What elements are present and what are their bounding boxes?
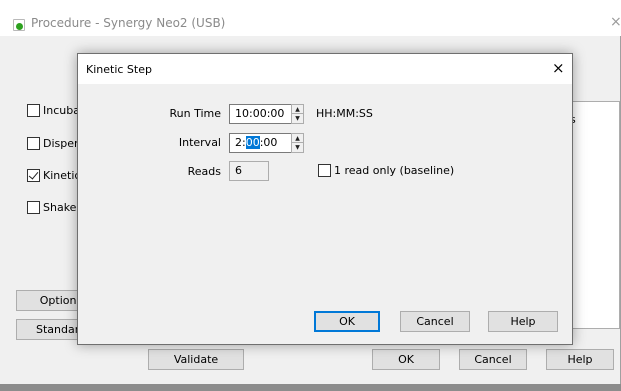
checkbox-icon[interactable] bbox=[27, 201, 40, 214]
spin-up-icon[interactable]: ▲ bbox=[292, 134, 303, 143]
checkbox-icon[interactable] bbox=[27, 137, 40, 150]
parent-help-button[interactable]: Help bbox=[546, 349, 614, 370]
interval-minutes-selected: 00 bbox=[245, 136, 260, 149]
action-kinetic-label: Kinetic bbox=[43, 169, 81, 182]
checkbox-icon[interactable] bbox=[27, 104, 40, 117]
dialog-close-button[interactable]: × bbox=[552, 59, 565, 77]
interval-spinner[interactable]: ▲ ▼ bbox=[291, 133, 304, 153]
procedure-titlebar: Procedure - Synergy Neo2 (USB) × bbox=[0, 0, 621, 36]
dialog-cancel-button[interactable]: Cancel bbox=[400, 311, 470, 332]
dialog-title: Kinetic Step bbox=[86, 63, 152, 76]
run-time-spinner[interactable]: ▲ ▼ bbox=[291, 104, 304, 124]
interval-input[interactable]: 2:00:00 bbox=[229, 133, 292, 153]
procedure-title: Procedure - Synergy Neo2 (USB) bbox=[31, 16, 226, 30]
dialog-titlebar: Kinetic Step × bbox=[78, 54, 572, 84]
interval-label: Interval bbox=[178, 136, 221, 149]
dialog-help-button[interactable]: Help bbox=[488, 311, 558, 332]
spin-down-icon[interactable]: ▼ bbox=[292, 114, 303, 123]
run-time-label: Run Time bbox=[169, 107, 221, 120]
interval-hours: 2: bbox=[235, 136, 246, 149]
checkbox-icon[interactable] bbox=[318, 164, 331, 177]
reads-label: Reads bbox=[187, 165, 221, 178]
one-read-only-label: 1 read only (baseline) bbox=[334, 164, 455, 177]
action-shake-label: Shake bbox=[43, 201, 77, 214]
dialog-ok-button[interactable]: OK bbox=[314, 311, 380, 332]
parent-ok-button[interactable]: OK bbox=[372, 349, 440, 370]
validate-button[interactable]: Validate bbox=[148, 349, 244, 370]
parent-cancel-button[interactable]: Cancel bbox=[459, 349, 527, 370]
reads-value: 6 bbox=[229, 161, 269, 181]
kinetic-step-dialog: Kinetic Step × Run Time 10:00:00 ▲ ▼ HH:… bbox=[77, 53, 573, 345]
run-time-unit: HH:MM:SS bbox=[316, 107, 373, 120]
run-time-input[interactable]: 10:00:00 bbox=[229, 104, 292, 124]
interval-seconds: :00 bbox=[259, 136, 278, 149]
spin-up-icon[interactable]: ▲ bbox=[292, 105, 303, 114]
spin-down-icon[interactable]: ▼ bbox=[292, 143, 303, 152]
checkbox-checked-icon[interactable] bbox=[27, 169, 40, 182]
procedure-close-button[interactable]: × bbox=[610, 14, 621, 30]
app-icon bbox=[13, 19, 25, 31]
